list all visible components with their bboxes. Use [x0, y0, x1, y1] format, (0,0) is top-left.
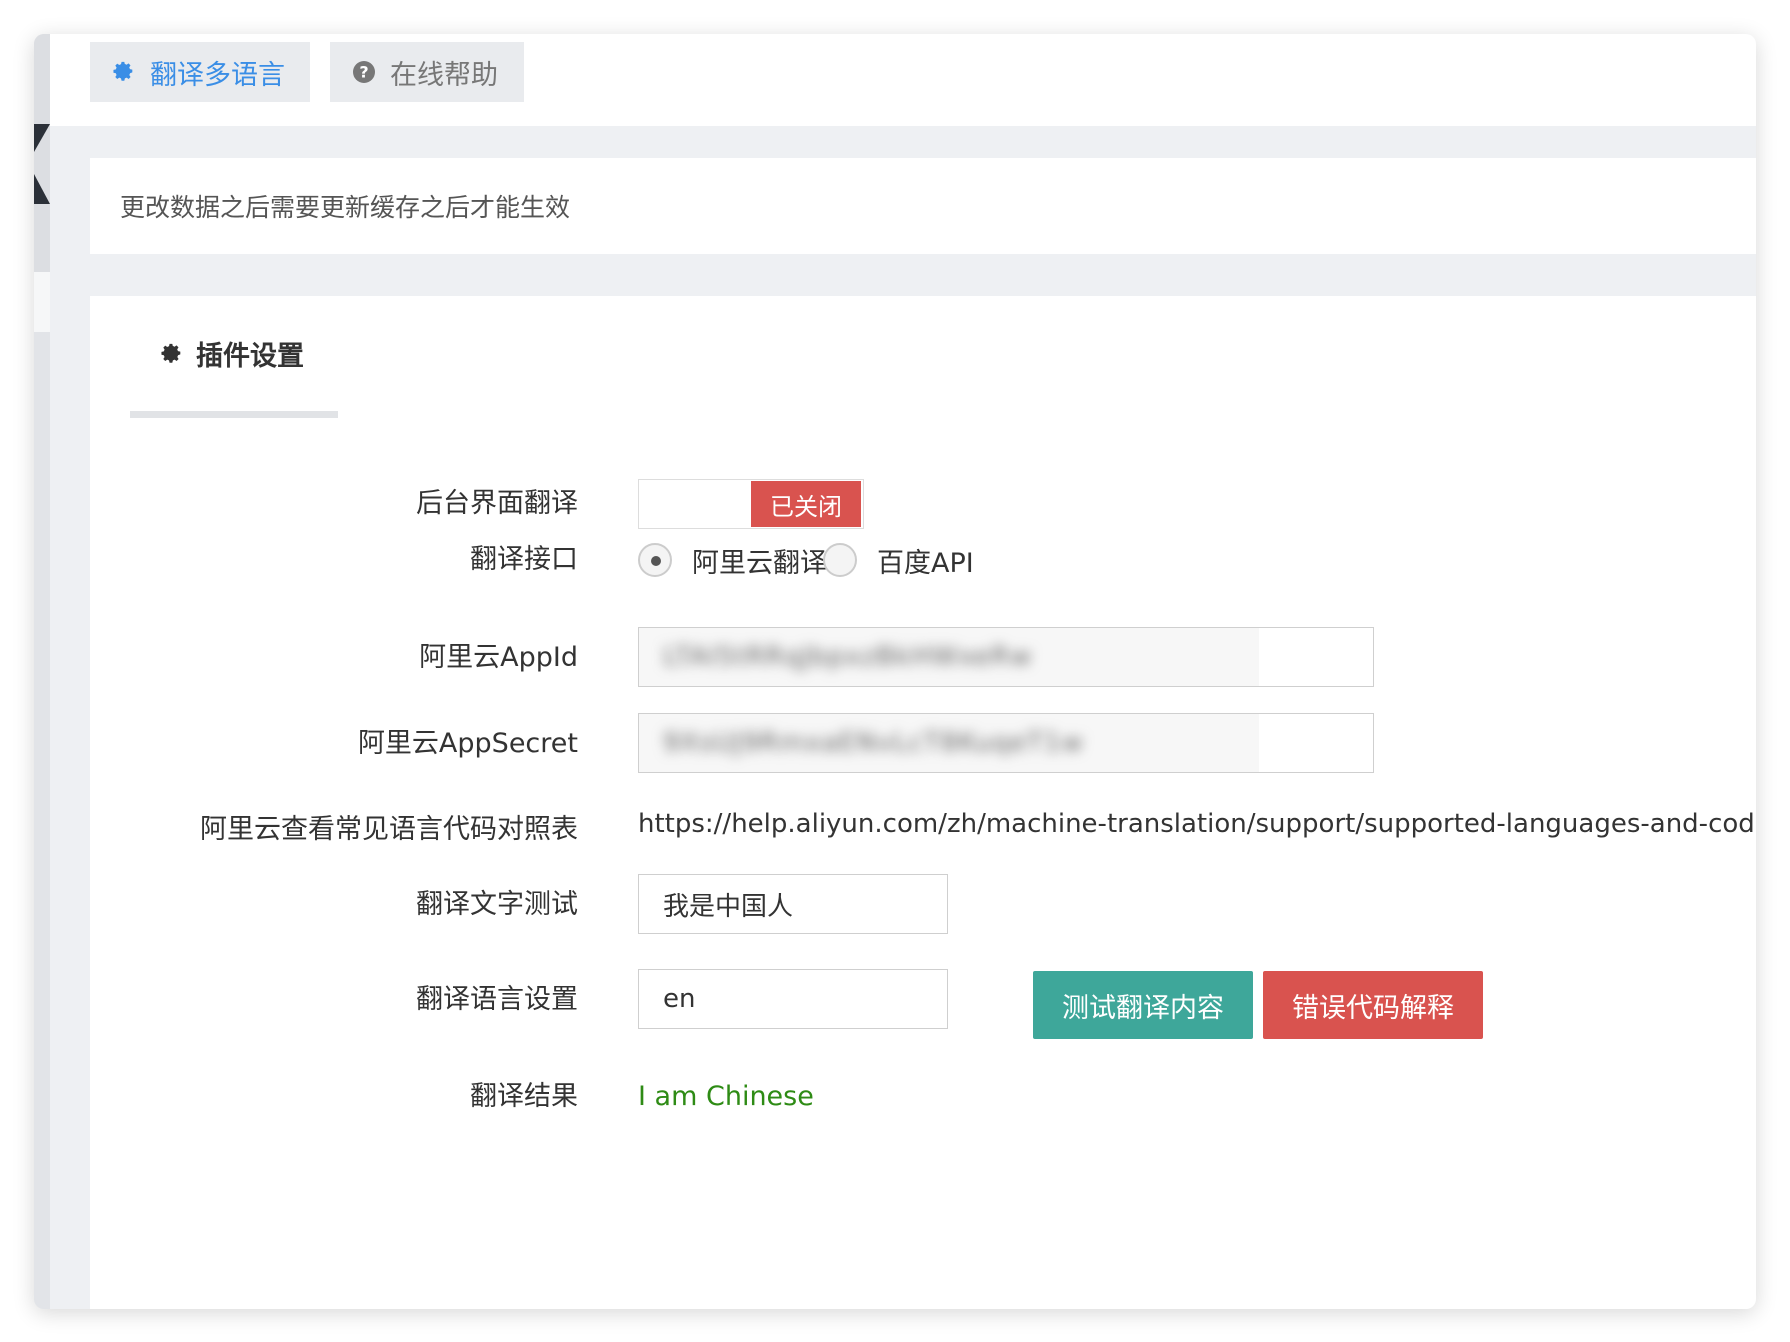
appsecret-input[interactable]: 9XsUJ9RmxaENvLcT8KuqeT1w	[638, 713, 1374, 773]
test-translate-button[interactable]: 测试翻译内容	[1033, 971, 1253, 1039]
tab-label: 翻译多语言	[150, 59, 285, 91]
left-sidebar-strip	[34, 34, 50, 1309]
top-tab-bar: 翻译多语言 ? 在线帮助	[50, 34, 1756, 126]
radio-label: 百度API	[877, 547, 974, 579]
radio-baidu[interactable]: 百度API	[823, 540, 974, 580]
appsecret-label: 阿里云AppSecret	[357, 728, 578, 759]
tab-translate-multilang[interactable]: 翻译多语言	[90, 42, 310, 102]
appsecret-value: 9XsUJ9RmxaENvLcT8KuqeT1w	[663, 728, 1084, 758]
app-frame: 翻译多语言 ? 在线帮助 更改数据之后需要更新缓存之后才能生效 插件设置 后台界…	[34, 34, 1756, 1309]
test-text-value: 我是中国人	[663, 891, 794, 922]
question-circle-icon: ?	[352, 60, 376, 84]
lang-setting-input[interactable]: en	[638, 969, 948, 1029]
radio-aliyun[interactable]: 阿里云翻译	[638, 540, 827, 580]
tab-plugin-settings[interactable]: 插件设置	[130, 296, 338, 418]
radio-label: 阿里云翻译	[692, 547, 827, 579]
radio-button-unchecked[interactable]	[823, 543, 857, 577]
result-label: 翻译结果	[470, 1081, 578, 1112]
gear-icon	[160, 342, 184, 366]
toggle-state-badge: 已关闭	[751, 481, 861, 527]
gear-icon	[112, 60, 136, 84]
appid-input[interactable]: LTAI5tRRqJbpxzBkHWxeRw	[638, 627, 1374, 687]
panel-tab-label: 插件设置	[196, 341, 304, 372]
collapse-arrow-icon[interactable]	[34, 124, 50, 152]
expand-arrow-icon[interactable]	[34, 174, 50, 204]
tab-label: 在线帮助	[390, 59, 498, 91]
api-label: 翻译接口	[470, 544, 578, 575]
notice-text: 更改数据之后需要更新缓存之后才能生效	[120, 193, 571, 222]
test-text-input[interactable]: 我是中国人	[638, 874, 948, 934]
svg-text:?: ?	[359, 63, 368, 82]
lang-setting-label: 翻译语言设置	[416, 984, 578, 1015]
lang-table-link[interactable]: https://help.aliyun.com/zh/machine-trans…	[638, 805, 1756, 843]
radio-button-checked[interactable]	[638, 543, 672, 577]
settings-panel: 插件设置 后台界面翻译 已关闭 翻译接口 阿里云翻译 百度API 阿里云AppI…	[90, 296, 1756, 1309]
notice-bar: 更改数据之后需要更新缓存之后才能生效	[90, 158, 1756, 254]
lang-setting-value: en	[663, 984, 696, 1014]
appid-label: 阿里云AppId	[419, 642, 578, 673]
lang-table-label: 阿里云查看常见语言代码对照表	[200, 814, 578, 845]
result-value: I am Chinese	[638, 1081, 814, 1112]
test-text-label: 翻译文字测试	[416, 889, 578, 920]
tab-online-help[interactable]: ? 在线帮助	[330, 42, 524, 102]
error-code-button[interactable]: 错误代码解释	[1263, 971, 1483, 1039]
backend-translate-label: 后台界面翻译	[416, 488, 578, 519]
appid-value: LTAI5tRRqJbpxzBkHWxeRw	[663, 642, 1033, 672]
backend-translate-toggle[interactable]: 已关闭	[638, 479, 864, 529]
